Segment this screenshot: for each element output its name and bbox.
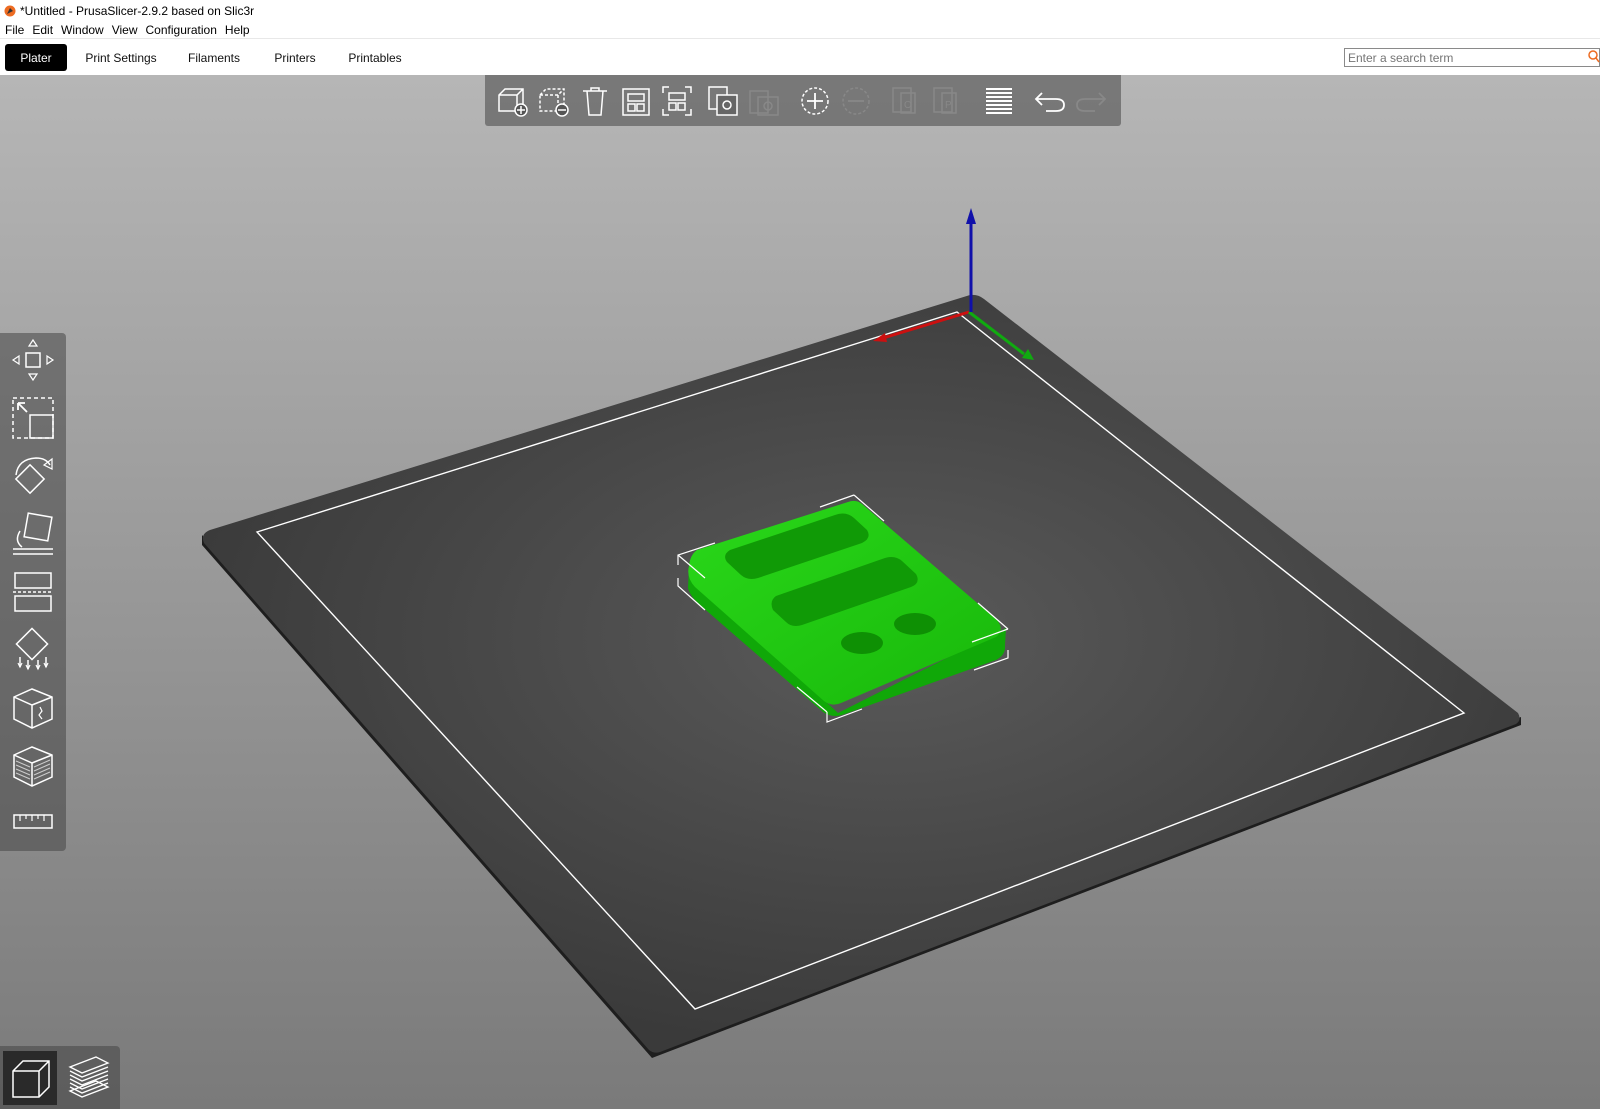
svg-text:P: P	[945, 100, 952, 111]
split-objects-icon: O	[892, 87, 916, 114]
remove-instance-icon	[842, 87, 870, 115]
place-on-face-icon[interactable]	[10, 511, 56, 557]
menu-edit[interactable]: Edit	[27, 23, 56, 37]
rotate-icon[interactable]	[10, 453, 56, 499]
arrange-icon[interactable]	[618, 83, 654, 119]
arrange-selection-icon[interactable]	[659, 83, 695, 119]
menu-help[interactable]: Help	[220, 23, 253, 37]
tab-filaments[interactable]: Filaments	[178, 44, 250, 71]
add-object-icon[interactable]	[495, 83, 531, 119]
delete-all-icon[interactable]	[577, 83, 613, 119]
menu-configuration[interactable]: Configuration	[141, 23, 220, 37]
measure-icon[interactable]	[10, 799, 56, 845]
menu-view[interactable]: View	[107, 23, 141, 37]
3d-view-icon[interactable]	[3, 1051, 57, 1105]
view-mode-switcher	[0, 1046, 120, 1109]
preview-icon[interactable]	[62, 1051, 116, 1105]
mmu-painting-icon[interactable]	[10, 743, 56, 789]
add-instance-icon[interactable]	[797, 83, 833, 119]
menu-window[interactable]: Window	[56, 23, 107, 37]
svg-text:O: O	[904, 100, 912, 111]
app-logo-icon	[4, 5, 16, 17]
search-input[interactable]	[1344, 48, 1600, 67]
3d-viewport[interactable]	[0, 75, 1600, 1109]
tab-print-settings[interactable]: Print Settings	[78, 44, 164, 71]
copy-icon[interactable]	[705, 83, 741, 119]
paste-icon	[749, 90, 779, 116]
tab-printers[interactable]: Printers	[266, 44, 324, 71]
redo-icon	[1076, 92, 1107, 112]
search-icon[interactable]	[1588, 50, 1600, 64]
window-title: *Untitled - PrusaSlicer-2.9.2 based on S…	[20, 4, 255, 18]
layers-editing-icon[interactable]	[981, 83, 1017, 119]
left-toolbar	[0, 333, 66, 851]
seam-painting-icon[interactable]	[10, 685, 56, 731]
move-icon[interactable]	[10, 337, 56, 383]
menu-file[interactable]: File	[0, 23, 27, 37]
tab-printables[interactable]: Printables	[342, 44, 408, 71]
scale-icon[interactable]	[10, 395, 56, 441]
undo-icon[interactable]	[1032, 83, 1068, 119]
title-bar: *Untitled - PrusaSlicer-2.9.2 based on S…	[0, 0, 1600, 22]
support-painting-icon[interactable]	[10, 627, 56, 673]
delete-icon[interactable]	[536, 83, 572, 119]
cut-icon[interactable]	[10, 569, 56, 615]
tab-bar: Plater Print Settings Filaments Printers…	[0, 38, 1600, 75]
top-toolbar: O P	[485, 75, 1121, 126]
menu-bar: File Edit Window View Configuration Help	[0, 22, 1600, 38]
tab-plater[interactable]: Plater	[5, 44, 67, 71]
split-parts-icon: P	[933, 87, 957, 114]
